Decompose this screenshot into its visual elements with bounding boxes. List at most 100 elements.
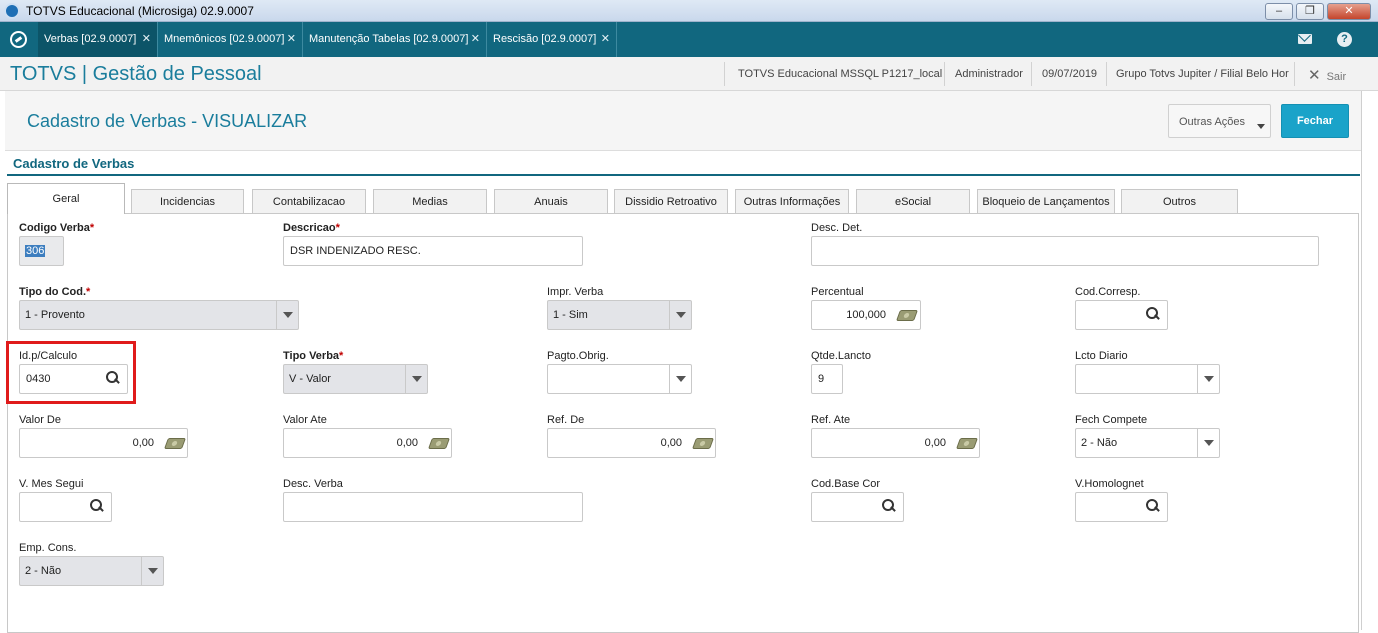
codigo-verba-field[interactable]: 306 — [19, 236, 64, 266]
tab-anuais[interactable]: Anuais — [494, 189, 608, 213]
tab-label: Manutenção Tabelas [02.9.0007] — [309, 33, 469, 45]
exit-button[interactable]: ✕ Sair — [1308, 66, 1346, 84]
chevron-down-icon[interactable] — [141, 557, 163, 585]
search-icon[interactable] — [90, 499, 104, 513]
other-actions-label: Outras Ações — [1179, 116, 1246, 128]
other-actions-button[interactable]: Outras Ações — [1168, 104, 1271, 138]
tab-mnemonicos[interactable]: Mnemônicos [02.9.0007] ✕ — [158, 22, 303, 57]
tab-bar: Verbas [02.9.0007] ✕ Mnemônicos [02.9.00… — [0, 22, 1378, 57]
close-tab-icon[interactable]: ✕ — [287, 22, 296, 57]
chevron-down-icon[interactable] — [669, 301, 691, 329]
emp-cons-label: Emp. Cons. — [19, 542, 77, 554]
tab-dissidio-retroativo[interactable]: Dissidio Retroativo — [614, 189, 728, 213]
codigo-verba-value: 306 — [25, 245, 46, 257]
lcto-diario-label: Lcto Diario — [1075, 350, 1128, 362]
chevron-down-icon[interactable] — [405, 365, 427, 393]
tipo-cod-value: 1 - Provento — [25, 309, 85, 321]
close-icon: ✕ — [1308, 67, 1321, 84]
lcto-diario-select[interactable] — [1075, 364, 1220, 394]
app-logo-icon — [4, 3, 20, 19]
section-divider — [7, 174, 1360, 176]
tipo-cod-select[interactable]: 1 - Provento — [19, 300, 299, 330]
scrollbar[interactable] — [1361, 91, 1378, 630]
brand-title: TOTVS | Gestão de Pessoal — [10, 63, 262, 85]
fech-compete-select[interactable]: 2 - Não — [1075, 428, 1220, 458]
page-title: Cadastro de Verbas - VISUALIZAR — [27, 111, 308, 131]
desc-det-label: Desc. Det. — [811, 222, 863, 234]
divider — [944, 62, 945, 86]
close-tab-icon[interactable]: ✕ — [142, 22, 151, 57]
mail-icon[interactable] — [1298, 34, 1312, 44]
qtde-lancto-field[interactable]: 9 — [811, 364, 843, 394]
user-label: Administrador — [955, 68, 1023, 80]
desc-verba-label: Desc. Verba — [283, 478, 343, 490]
tab-label: Mnemônicos [02.9.0007] — [164, 33, 285, 45]
tipo-verba-label: Tipo Verba* — [283, 350, 344, 362]
tab-contabilizacao[interactable]: Contabilizacao — [252, 189, 366, 213]
search-icon[interactable] — [882, 499, 896, 513]
close-tab-icon[interactable]: ✕ — [601, 22, 610, 57]
divider — [1294, 62, 1295, 86]
pagto-obrig-select[interactable] — [547, 364, 692, 394]
pagto-obrig-label: Pagto.Obrig. — [547, 350, 609, 362]
tab-bloqueio-lancamentos[interactable]: Bloqueio de Lançamentos — [977, 189, 1115, 213]
page-header: Cadastro de Verbas - VISUALIZAR Outras A… — [5, 91, 1361, 151]
ref-ate-field[interactable]: 0,00 — [811, 428, 980, 458]
chevron-down-icon[interactable] — [276, 301, 298, 329]
close-button[interactable]: Fechar — [1281, 104, 1349, 138]
fech-compete-label: Fech Compete — [1075, 414, 1148, 426]
window-title: TOTVS Educacional (Microsiga) 02.9.0007 — [26, 4, 254, 18]
tab-medias[interactable]: Medias — [373, 189, 487, 213]
app-header: TOTVS | Gestão de Pessoal TOTVS Educacio… — [0, 57, 1378, 91]
chevron-down-icon[interactable] — [669, 365, 691, 393]
cod-corresp-label: Cod.Corresp. — [1075, 286, 1141, 298]
chevron-down-icon — [1257, 124, 1265, 129]
percentual-label: Percentual — [811, 286, 864, 298]
tab-incidencias[interactable]: Incidencias — [131, 189, 244, 213]
cod-base-cor-label: Cod.Base Cor — [811, 478, 881, 490]
valor-ate-label: Valor Ate — [283, 414, 327, 426]
home-icon — [10, 31, 27, 48]
descricao-field[interactable]: DSR INDENIZADO RESC. — [283, 236, 583, 266]
help-icon[interactable]: ? — [1337, 32, 1352, 47]
tab-outras-informacoes[interactable]: Outras Informações — [735, 189, 849, 213]
qtde-lancto-label: Qtde.Lancto — [811, 350, 871, 362]
exit-label: Sair — [1326, 71, 1347, 83]
date-label: 09/07/2019 — [1042, 68, 1098, 80]
tab-esocial[interactable]: eSocial — [856, 189, 970, 213]
impr-verba-select[interactable]: 1 - Sim — [547, 300, 692, 330]
close-window-button[interactable]: ✕ — [1327, 3, 1371, 20]
valor-ate-field[interactable]: 0,00 — [283, 428, 452, 458]
home-button[interactable] — [0, 22, 38, 57]
search-icon[interactable] — [1146, 499, 1160, 513]
tab-outros[interactable]: Outros — [1121, 189, 1238, 213]
tab-geral[interactable]: Geral — [7, 183, 125, 214]
chevron-down-icon[interactable] — [1197, 429, 1219, 457]
ref-de-field[interactable]: 0,00 — [547, 428, 716, 458]
impr-verba-label: Impr. Verba — [547, 286, 604, 298]
tab-label: Verbas [02.9.0007] — [44, 33, 137, 45]
tab-label: Rescisão [02.9.0007] — [493, 33, 597, 45]
tab-verbas[interactable]: Verbas [02.9.0007] ✕ — [38, 22, 158, 57]
minimize-button[interactable]: – — [1265, 3, 1293, 20]
tab-rescisao[interactable]: Rescisão [02.9.0007] ✕ — [487, 22, 617, 57]
descricao-label: Descricao* — [283, 222, 340, 234]
fech-compete-value: 2 - Não — [1081, 437, 1118, 449]
tipo-cod-label: Tipo do Cod.* — [19, 286, 91, 298]
desc-verba-field[interactable] — [283, 492, 583, 522]
ref-ate-label: Ref. Ate — [811, 414, 851, 426]
search-icon[interactable] — [1146, 307, 1160, 321]
emp-cons-select[interactable]: 2 - Não — [19, 556, 164, 586]
chevron-down-icon[interactable] — [1197, 365, 1219, 393]
close-tab-icon[interactable]: ✕ — [471, 22, 480, 57]
desc-det-field[interactable] — [811, 236, 1319, 266]
valor-de-field[interactable]: 0,00 — [19, 428, 188, 458]
tipo-verba-select[interactable]: V - Valor — [283, 364, 428, 394]
tipo-verba-value: V - Valor — [289, 373, 331, 385]
restore-button[interactable]: ❐ — [1296, 3, 1324, 20]
window-titlebar: TOTVS Educacional (Microsiga) 02.9.0007 … — [0, 0, 1378, 22]
v-mes-segui-label: V. Mes Segui — [19, 478, 84, 490]
section-title: Cadastro de Verbas — [13, 156, 135, 171]
tab-manutencao-tabelas[interactable]: Manutenção Tabelas [02.9.0007] ✕ — [303, 22, 487, 57]
highlight-box — [6, 341, 136, 404]
